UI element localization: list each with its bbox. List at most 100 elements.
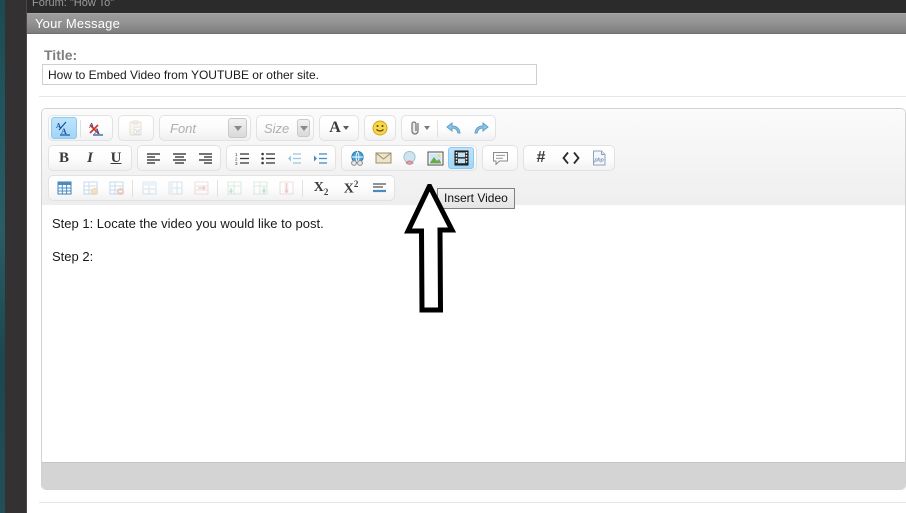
font-dropdown-label: Font <box>170 120 197 136</box>
toolbar-row-1: A A A A <box>42 113 905 143</box>
align-left-button[interactable] <box>140 147 166 169</box>
post-form-content-area: Title: A A <box>27 34 906 513</box>
underline-button[interactable]: U <box>103 147 129 169</box>
hash-icon: # <box>536 149 546 166</box>
insert-link-button[interactable] <box>344 147 370 169</box>
outdent-button[interactable] <box>281 147 307 169</box>
spellcheck-on-icon: A A <box>56 121 70 136</box>
bold-button[interactable]: B <box>51 147 77 169</box>
unordered-list-icon <box>260 152 275 164</box>
column-right-icon <box>253 181 267 195</box>
chevron-down-icon <box>342 126 349 130</box>
text-style-group: B I U <box>48 145 132 171</box>
redo-button[interactable] <box>467 117 493 139</box>
editor-status-bar <box>42 462 905 489</box>
paste-word-icon: W <box>129 120 142 136</box>
subscript-icon: X2 <box>313 179 329 197</box>
row-below-icon <box>227 181 241 195</box>
message-body-editable[interactable]: Step 1: Locate the video you would like … <box>42 205 905 489</box>
column-right-button[interactable] <box>247 177 273 199</box>
svg-text:W: W <box>135 129 141 135</box>
unordered-list-button[interactable] <box>255 147 281 169</box>
window-left-sidebar-strip <box>5 0 27 513</box>
insert-email-button[interactable] <box>370 147 396 169</box>
ordered-list-icon: 123 <box>235 152 249 165</box>
text-color-letter-icon: A <box>329 119 341 136</box>
insert-media-button[interactable] <box>396 147 422 169</box>
ordered-list-button[interactable]: 123 <box>229 147 255 169</box>
attachment-button[interactable] <box>404 117 434 139</box>
italic-icon: I <box>87 149 93 166</box>
quote-icon <box>492 151 508 165</box>
insert-media-group <box>341 145 477 171</box>
hash-button[interactable]: # <box>526 147 556 169</box>
paste-group: W <box>118 115 154 141</box>
delete-table-button[interactable] <box>103 177 129 199</box>
superscript-button[interactable]: X2 <box>336 177 366 199</box>
text-color-group: A <box>319 115 359 141</box>
spellcheck-on-button[interactable]: A A <box>51 117 77 139</box>
message-body-line-2: Step 2: <box>52 249 94 264</box>
chevron-down-icon <box>423 126 430 130</box>
code-button[interactable] <box>556 147 586 169</box>
toolbar-separator <box>302 179 303 197</box>
insert-link-icon <box>350 150 364 166</box>
spellcheck-group: A A A A <box>48 115 113 141</box>
insert-table-button[interactable] <box>51 177 77 199</box>
align-left-icon <box>146 152 160 164</box>
align-center-icon <box>172 152 186 164</box>
size-dropdown-label: Size <box>264 120 290 136</box>
merge-cells-button[interactable] <box>188 177 214 199</box>
wysiwyg-editor: A A A A <box>41 108 906 490</box>
insert-row-button[interactable] <box>136 177 162 199</box>
insert-email-icon <box>375 152 391 164</box>
horizontal-rule-icon <box>372 182 386 192</box>
insert-video-icon <box>454 150 468 166</box>
insert-image-button[interactable] <box>422 147 448 169</box>
row-below-button[interactable] <box>221 177 247 199</box>
insert-smiley-button[interactable] <box>367 117 393 139</box>
undo-icon <box>445 121 461 133</box>
redo-icon <box>473 121 489 133</box>
undo-button[interactable] <box>441 117 467 139</box>
spellcheck-off-button[interactable]: A A <box>84 117 110 139</box>
divider-below-editor <box>39 502 906 503</box>
table-properties-button[interactable] <box>77 177 103 199</box>
delete-column-button[interactable] <box>273 177 299 199</box>
font-dropdown[interactable]: Font <box>159 115 251 141</box>
indent-button[interactable] <box>307 147 333 169</box>
title-label: Title: <box>44 47 78 63</box>
quote-button[interactable] <box>485 147 515 169</box>
quote-group <box>482 145 518 171</box>
toolbar-row-2: B I U 1 2 3 # php <box>42 143 905 173</box>
your-message-header: Your Message <box>27 13 906 34</box>
align-center-button[interactable] <box>166 147 192 169</box>
align-right-icon <box>198 152 212 164</box>
delete-table-icon <box>109 181 124 195</box>
align-right-button[interactable] <box>192 147 218 169</box>
size-dropdown[interactable]: Size <box>256 115 314 141</box>
text-color-button[interactable]: A <box>324 117 354 139</box>
insert-video-tooltip: Insert Video <box>437 188 515 209</box>
subscript-button[interactable]: X2 <box>306 177 336 199</box>
toolbar-separator <box>217 179 218 197</box>
chevron-down-icon <box>228 118 247 138</box>
message-body-line-1: Step 1: Locate the video you would like … <box>52 216 324 231</box>
outdent-icon <box>287 152 301 164</box>
spellcheck-off-icon: A A <box>89 122 103 136</box>
horizontal-rule-button[interactable] <box>366 177 392 199</box>
top-bar: Forum: "How To" <box>27 0 906 13</box>
svg-text:3: 3 <box>235 161 238 165</box>
table-properties-icon <box>83 181 98 195</box>
insert-media-icon <box>402 150 416 165</box>
italic-button[interactable]: I <box>77 147 103 169</box>
php-label: php <box>593 158 603 164</box>
bold-icon: B <box>58 149 69 166</box>
underline-icon: U <box>110 149 122 166</box>
insert-column-button[interactable] <box>162 177 188 199</box>
insert-image-icon <box>427 151 443 165</box>
insert-video-button[interactable] <box>448 147 474 169</box>
paste-from-word-button[interactable]: W <box>121 117 151 139</box>
title-input[interactable] <box>42 64 537 85</box>
php-button[interactable]: php <box>586 147 612 169</box>
